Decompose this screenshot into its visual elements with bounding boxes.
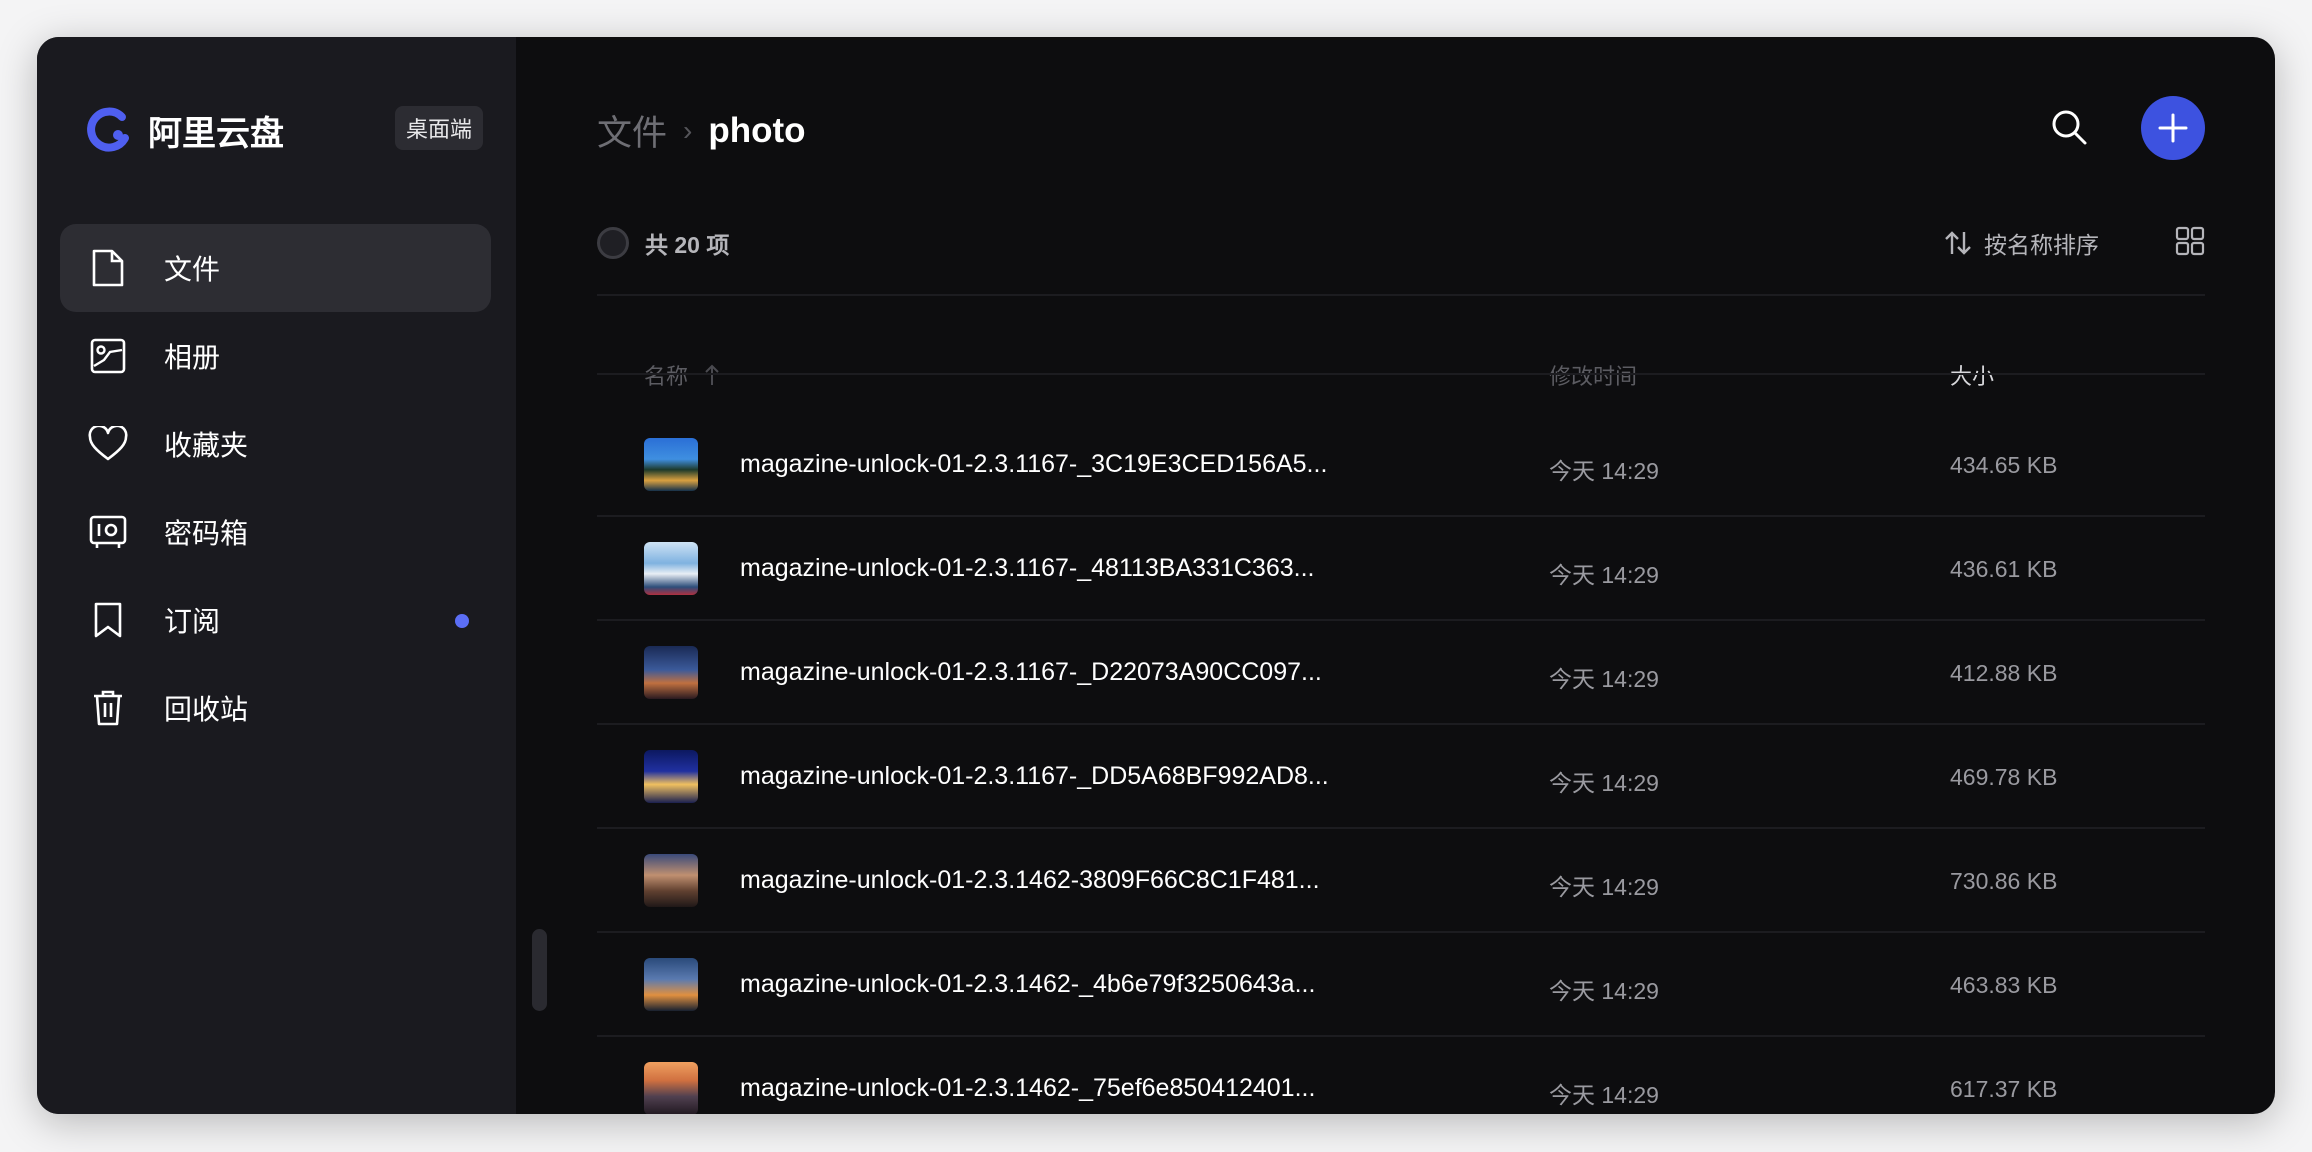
logo-icon (87, 107, 129, 152)
column-header-name[interactable]: 名称 (644, 359, 720, 391)
table-row[interactable]: magazine-unlock-01-2.3.1167-_D22073A90CC… (597, 621, 2205, 725)
sidebar-item-favorites[interactable]: 收藏夹 (60, 400, 491, 488)
main-panel: 文件 › photo 共 20 项 按名称排序 名称 修改时间 大小 magaz… (516, 37, 2275, 1114)
plus-icon (2158, 113, 2188, 143)
trash-icon (88, 688, 128, 728)
sidebar-item-safe[interactable]: 密码箱 (60, 488, 491, 576)
sidebar-item-label: 文件 (164, 254, 221, 285)
sort-icon (1945, 231, 1971, 255)
notification-dot (455, 614, 469, 628)
list-toolbar: 共 20 项 按名称排序 (597, 225, 2205, 261)
file-name: magazine-unlock-01-2.3.1167-_48113BA331C… (740, 554, 1315, 582)
breadcrumb-current: photo (708, 110, 806, 150)
file-size: 617.37 KB (1950, 1076, 2058, 1102)
grid-view-button[interactable] (2175, 226, 2205, 261)
file-modified: 今天 14:29 (1549, 978, 1659, 1004)
breadcrumb: 文件 › photo (597, 105, 806, 156)
sidebar-item-album[interactable]: 相册 (60, 312, 491, 400)
arrow-up-icon (705, 364, 719, 385)
file-thumbnail (644, 542, 698, 595)
sidebar-item-label: 收藏夹 (164, 430, 249, 461)
sidebar-item-label: 回收站 (164, 694, 249, 725)
file-name: magazine-unlock-01-2.3.1462-_75ef6e85041… (740, 1074, 1316, 1102)
file-name: magazine-unlock-01-2.3.1167-_DD5A68BF992… (740, 762, 1329, 790)
file-modified: 今天 14:29 (1549, 562, 1659, 588)
sidebar-item-label: 相册 (164, 342, 221, 373)
logo: 阿里云盘 (84, 105, 284, 155)
file-name: magazine-unlock-01-2.3.1167-_D22073A90CC… (740, 658, 1322, 686)
file-size: 469.78 KB (1950, 764, 2058, 790)
select-all-checkbox[interactable] (597, 227, 629, 259)
file-thumbnail (644, 958, 698, 1011)
sidebar-item-trash[interactable]: 回收站 (60, 664, 491, 752)
column-header-modified[interactable]: 修改时间 (1549, 359, 1637, 391)
file-modified: 今天 14:29 (1549, 1082, 1659, 1108)
bookmark-icon (88, 600, 128, 640)
file-thumbnail (644, 854, 698, 907)
file-thumbnail (644, 438, 698, 491)
file-name: magazine-unlock-01-2.3.1167-_3C19E3CED15… (740, 450, 1328, 478)
album-icon (88, 336, 128, 376)
heart-icon (88, 424, 128, 464)
file-size: 436.61 KB (1950, 556, 2058, 582)
app-name: 阿里云盘 (148, 114, 284, 153)
table-row[interactable]: magazine-unlock-01-2.3.1167-_DD5A68BF992… (597, 725, 2205, 829)
search-button[interactable] (2050, 108, 2090, 153)
app-window: 阿里云盘 桌面端 文件 相册 收藏夹 密码箱 订阅 回收站 文件 › photo… (37, 37, 2275, 1114)
table-row[interactable]: magazine-unlock-01-2.3.1462-_4b6e79f3250… (597, 933, 2205, 1037)
search-icon (2052, 110, 2087, 145)
sort-label: 按名称排序 (1984, 232, 2099, 258)
file-modified: 今天 14:29 (1549, 458, 1659, 484)
file-size: 434.65 KB (1950, 452, 2058, 478)
sidebar-nav: 文件 相册 收藏夹 密码箱 订阅 回收站 (60, 224, 491, 752)
table-row[interactable]: magazine-unlock-01-2.3.1167-_3C19E3CED15… (597, 413, 2205, 517)
desktop-badge: 桌面端 (395, 106, 483, 150)
sidebar-item-files[interactable]: 文件 (60, 224, 491, 312)
add-button[interactable] (2141, 96, 2205, 160)
sidebar-item-label: 订阅 (164, 606, 221, 637)
column-label: 名称 (644, 364, 689, 389)
sidebar-item-label: 密码箱 (164, 518, 249, 549)
breadcrumb-separator: › (683, 114, 693, 146)
item-count: 共 20 项 (645, 232, 730, 258)
safe-icon (88, 512, 128, 552)
file-modified: 今天 14:29 (1549, 874, 1659, 900)
file-thumbnail (644, 646, 698, 699)
table-row[interactable]: magazine-unlock-01-2.3.1462-3809F66C8C1F… (597, 829, 2205, 933)
file-size: 412.88 KB (1950, 660, 2058, 686)
divider (597, 294, 2205, 296)
file-size: 730.86 KB (1950, 868, 2058, 894)
sidebar: 阿里云盘 桌面端 文件 相册 收藏夹 密码箱 订阅 回收站 (37, 37, 547, 1114)
file-thumbnail (644, 1062, 698, 1114)
file-modified: 今天 14:29 (1549, 770, 1659, 796)
table-row[interactable]: magazine-unlock-01-2.3.1167-_48113BA331C… (597, 517, 2205, 621)
divider (597, 373, 2205, 375)
column-header-size[interactable]: 大小 (1950, 359, 1994, 391)
file-thumbnail (644, 750, 698, 803)
table-row[interactable]: magazine-unlock-01-2.3.1462-_75ef6e85041… (597, 1037, 2205, 1114)
file-icon (88, 248, 128, 288)
grid-icon (2175, 226, 2205, 255)
file-size: 463.83 KB (1950, 972, 2058, 998)
file-name: magazine-unlock-01-2.3.1462-3809F66C8C1F… (740, 866, 1320, 894)
sidebar-item-subscriptions[interactable]: 订阅 (60, 576, 491, 664)
file-modified: 今天 14:29 (1549, 666, 1659, 692)
sort-button[interactable]: 按名称排序 (1944, 226, 2099, 260)
file-name: magazine-unlock-01-2.3.1462-_4b6e79f3250… (740, 970, 1316, 998)
breadcrumb-parent[interactable]: 文件 (597, 105, 667, 156)
